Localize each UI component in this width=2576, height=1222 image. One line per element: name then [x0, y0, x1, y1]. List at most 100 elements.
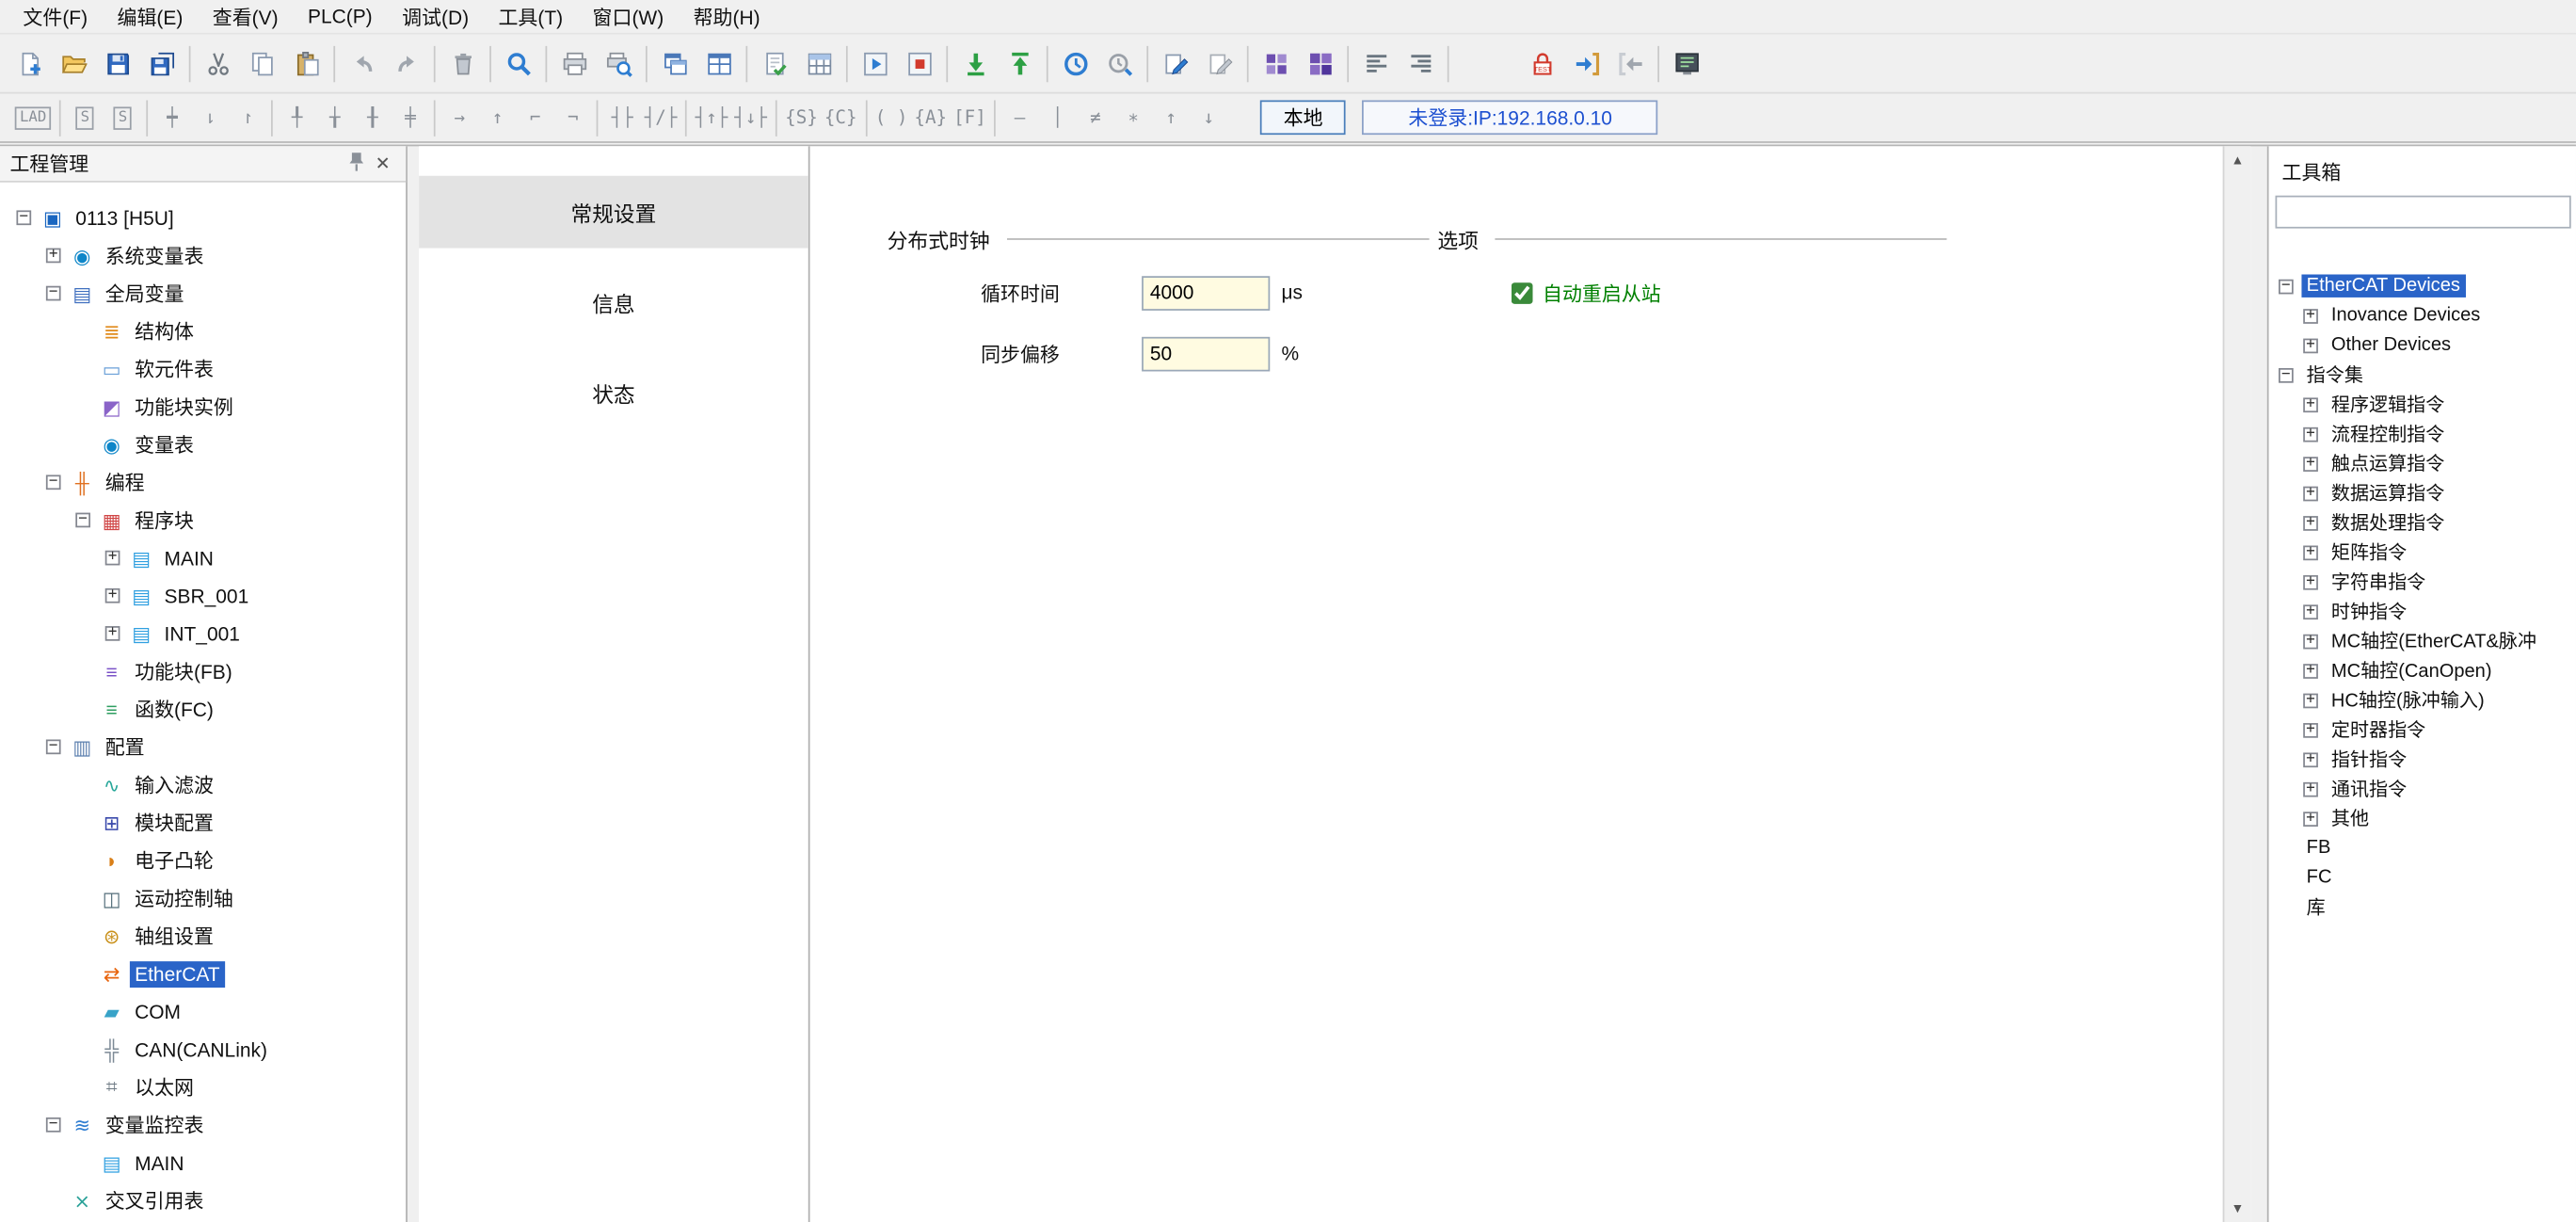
expand-icon[interactable]: +: [2303, 634, 2318, 649]
tree-item[interactable]: +定时器指令: [2269, 715, 2576, 744]
settings-tab-3[interactable]: 状态: [419, 357, 808, 429]
draw-vline-button[interactable]: │: [1039, 100, 1077, 136]
expand-icon[interactable]: +: [2303, 722, 2318, 737]
expand-icon[interactable]: +: [2303, 486, 2318, 501]
login-button[interactable]: [1564, 41, 1608, 86]
test-mode-button[interactable]: TEST: [1520, 41, 1564, 86]
tree-item[interactable]: ≡函数(FC): [0, 690, 406, 728]
collapse-icon[interactable]: −: [16, 210, 31, 225]
menu-item-8[interactable]: 帮助(H): [679, 0, 775, 34]
save-all-button[interactable]: [139, 41, 184, 86]
tree-item[interactable]: −指令集: [2269, 360, 2576, 389]
tree-item[interactable]: ⊛轴组设置: [0, 917, 406, 955]
window-tile-button[interactable]: [696, 41, 741, 86]
find-button[interactable]: [496, 41, 540, 86]
write-disable-button[interactable]: [1197, 41, 1241, 86]
expand-icon[interactable]: +: [2303, 811, 2318, 826]
menu-item-5[interactable]: 调试(D): [387, 0, 483, 34]
new-file-button[interactable]: [7, 41, 51, 86]
copy-button[interactable]: [240, 41, 284, 86]
tree-item[interactable]: ╬CAN(CANLink): [0, 1030, 406, 1068]
monitor-button[interactable]: [1053, 41, 1097, 86]
window-cascade-button[interactable]: [652, 41, 696, 86]
tree-item[interactable]: 库: [2269, 892, 2576, 922]
connection-status[interactable]: 未登录:IP:192.168.0.10: [1363, 100, 1658, 135]
wire-right-button[interactable]: →: [440, 100, 478, 136]
local-button[interactable]: 本地: [1260, 100, 1346, 135]
menu-item-3[interactable]: 查看(V): [198, 0, 293, 34]
tree-item[interactable]: ▤MAIN: [0, 1144, 406, 1182]
run-button[interactable]: [853, 41, 897, 86]
tree-item[interactable]: −╫编程: [0, 463, 406, 501]
delete-row-button[interactable]: ↾: [229, 100, 266, 136]
menu-item-1[interactable]: 文件(F): [8, 0, 103, 34]
tree-item[interactable]: +字符串指令: [2269, 567, 2576, 596]
toolbox-search-input[interactable]: [2276, 196, 2571, 229]
tree-item[interactable]: ◉变量表: [0, 426, 406, 463]
expand-icon[interactable]: +: [2303, 397, 2318, 412]
delete-button[interactable]: [440, 41, 485, 86]
contact-falling-button[interactable]: ┤↓├: [731, 100, 771, 136]
contact-rising-button[interactable]: ┤↑├: [692, 100, 731, 136]
coil-set-button[interactable]: {S}: [782, 100, 822, 136]
expand-icon[interactable]: +: [105, 588, 120, 603]
expand-icon[interactable]: +: [2303, 752, 2318, 767]
undo-button[interactable]: [340, 41, 384, 86]
tree-item[interactable]: ⊞模块配置: [0, 804, 406, 842]
expand-icon[interactable]: +: [2303, 603, 2318, 619]
tree-item[interactable]: ◗电子凸轮: [0, 842, 406, 879]
print-button[interactable]: [552, 41, 596, 86]
settings-tab-2[interactable]: 信息: [419, 266, 808, 339]
draw-hline-button[interactable]: —: [1000, 100, 1038, 136]
wire-up-button[interactable]: ↑: [478, 100, 516, 136]
branch-both-button[interactable]: ╂: [354, 100, 392, 136]
tree-item[interactable]: −▣0113 [H5U]: [0, 199, 406, 236]
vertical-scrollbar[interactable]: ▲ ▼: [2223, 146, 2251, 1222]
sfc-step-end-button[interactable]: S: [104, 100, 141, 136]
stop-button[interactable]: [897, 41, 941, 86]
panel-splitter[interactable]: [408, 146, 419, 1222]
tree-item[interactable]: +触点运算指令: [2269, 449, 2576, 478]
expand-icon[interactable]: +: [2303, 515, 2318, 530]
settings-tab-1[interactable]: 常规设置: [419, 176, 808, 249]
tree-item[interactable]: +时钟指令: [2269, 597, 2576, 626]
tree-item[interactable]: +程序逻辑指令: [2269, 390, 2576, 419]
tree-item[interactable]: ⇄EtherCAT: [0, 955, 406, 992]
tree-item[interactable]: +其他: [2269, 804, 2576, 833]
download-button[interactable]: [952, 41, 997, 86]
sync-offset-input[interactable]: [1142, 336, 1270, 371]
save-button[interactable]: [95, 41, 139, 86]
tree-item[interactable]: +数据运算指令: [2269, 478, 2576, 507]
tree-item[interactable]: ◩功能块实例: [0, 388, 406, 426]
tree-item[interactable]: FC: [2269, 862, 2576, 892]
tree-item[interactable]: +数据处理指令: [2269, 507, 2576, 537]
move-up-button[interactable]: ↑: [1152, 100, 1190, 136]
tree-item[interactable]: ⨯交叉引用表: [0, 1182, 406, 1219]
pin-icon[interactable]: [344, 151, 370, 177]
tree-item[interactable]: ▰COM: [0, 992, 406, 1030]
expand-icon[interactable]: +: [105, 551, 120, 566]
tree-item[interactable]: ≣结构体: [0, 313, 406, 350]
collapse-icon[interactable]: −: [2279, 279, 2294, 294]
compile-all-button[interactable]: [1298, 41, 1342, 86]
inline-block-button[interactable]: {A}: [911, 100, 951, 136]
contact-closed-button[interactable]: ┤/├: [641, 100, 680, 136]
tree-item[interactable]: FB: [2269, 833, 2576, 862]
expand-icon[interactable]: +: [46, 249, 61, 264]
tree-item[interactable]: +MC轴控(CanOpen): [2269, 655, 2576, 684]
expand-icon[interactable]: +: [2303, 456, 2318, 471]
menu-item-2[interactable]: 编辑(E): [103, 0, 198, 34]
collapse-icon[interactable]: −: [46, 1117, 61, 1133]
branch-up-button[interactable]: ╀: [278, 100, 315, 136]
tree-item[interactable]: +Inovance Devices: [2269, 300, 2576, 330]
menu-item-6[interactable]: 工具(T): [484, 0, 578, 34]
function-call-button[interactable]: [F]: [951, 100, 990, 136]
tree-item[interactable]: +▤INT_001: [0, 615, 406, 652]
expand-icon[interactable]: +: [105, 626, 120, 641]
tree-item[interactable]: ∿输入滤波: [0, 765, 406, 803]
tree-item[interactable]: +通讯指令: [2269, 774, 2576, 803]
tree-item[interactable]: −▥配置: [0, 728, 406, 765]
time-watch-button[interactable]: [1097, 41, 1142, 86]
branch-down-button[interactable]: ╁: [316, 100, 354, 136]
menu-item-7[interactable]: 窗口(W): [578, 0, 679, 34]
